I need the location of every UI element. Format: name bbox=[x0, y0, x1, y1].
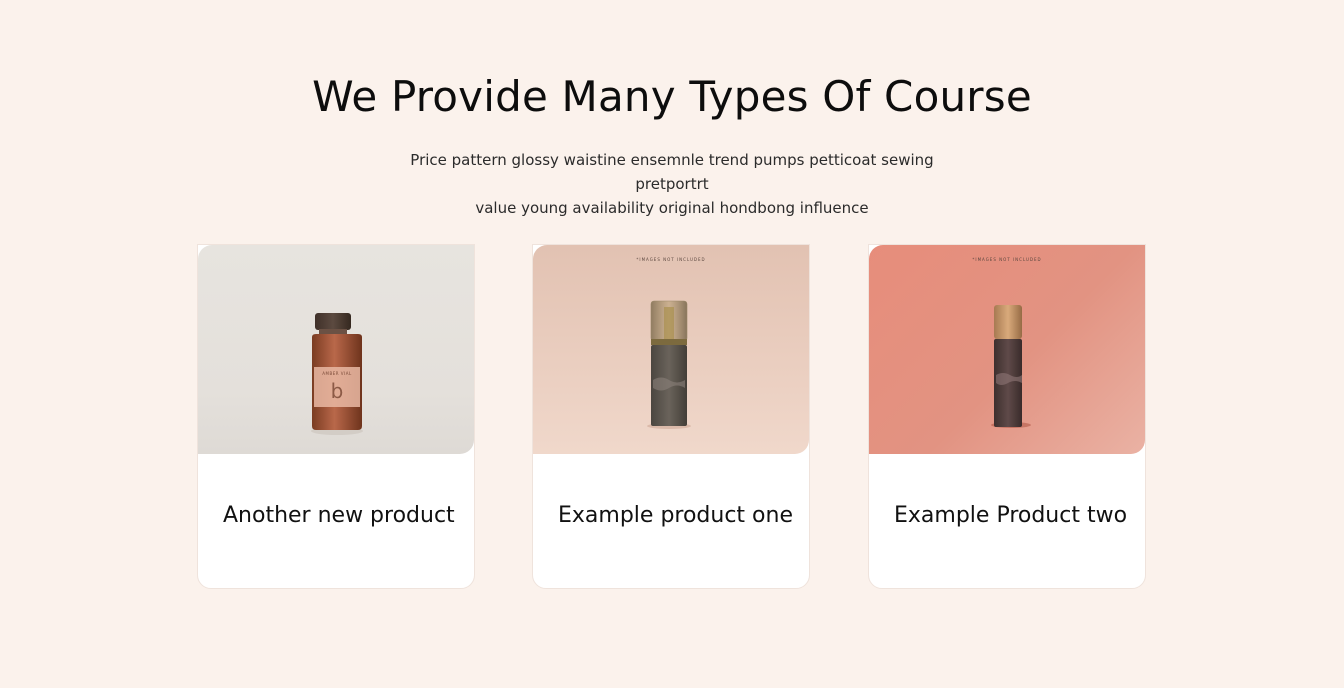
product-title[interactable]: Example Product two bbox=[894, 503, 1127, 528]
product-card-1[interactable]: AMBER VIAL b Another new product bbox=[197, 244, 475, 589]
image-caption: *IMAGES NOT INCLUDED bbox=[636, 257, 706, 262]
product-title[interactable]: Example product one bbox=[558, 503, 793, 528]
product-title[interactable]: Another new product bbox=[223, 503, 455, 528]
vial-letter: b bbox=[331, 379, 344, 403]
serum-bottle-illustration bbox=[647, 300, 691, 429]
section-title: We Provide Many Types Of Course bbox=[312, 72, 1032, 121]
subtitle-line-2: value young availability original hondbo… bbox=[475, 199, 869, 217]
subtitle-line-1: Price pattern glossy waistine ensemnle t… bbox=[410, 151, 934, 193]
product-image[interactable]: *IMAGES NOT INCLUDED bbox=[869, 245, 1145, 454]
product-image[interactable]: AMBER VIAL b bbox=[198, 245, 474, 454]
product-card-2[interactable]: *IMAGES NOT INCLUDED Example product one bbox=[532, 244, 810, 589]
roller-bottle-illustration bbox=[991, 305, 1031, 428]
amber-vial-illustration: AMBER VIAL b bbox=[311, 313, 363, 435]
product-card-3[interactable]: *IMAGES NOT INCLUDED Example Product two bbox=[868, 244, 1146, 589]
vial-label-text: AMBER VIAL bbox=[322, 371, 352, 376]
section-subtitle: Price pattern glossy waistine ensemnle t… bbox=[372, 148, 972, 220]
courses-section: We Provide Many Types Of Course Price pa… bbox=[0, 0, 1344, 688]
product-image[interactable]: *IMAGES NOT INCLUDED bbox=[533, 245, 809, 454]
image-caption: *IMAGES NOT INCLUDED bbox=[972, 257, 1042, 262]
